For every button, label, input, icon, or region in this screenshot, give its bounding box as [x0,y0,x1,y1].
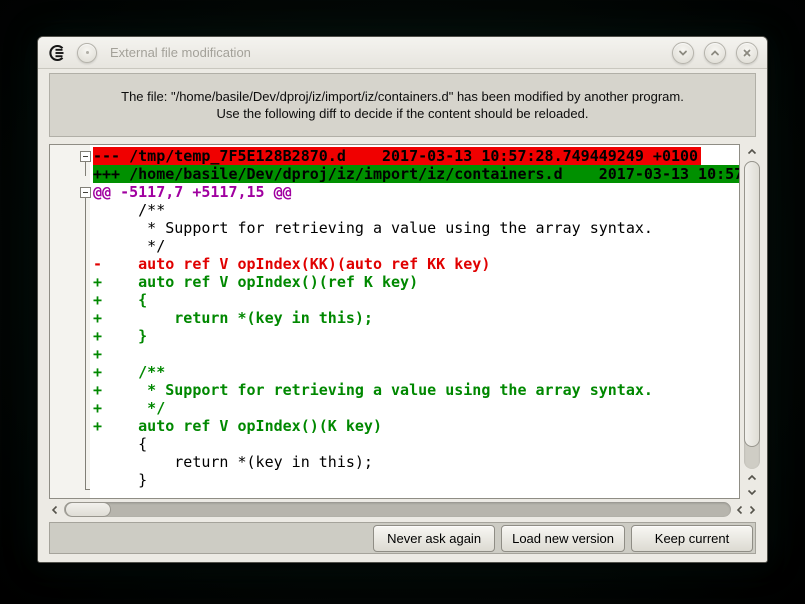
chevron-left-icon [50,504,60,516]
chevron-right-icon [747,504,757,516]
chevron-down-icon [746,487,758,497]
maximize-button[interactable] [704,42,726,64]
horizontal-scroll-track[interactable] [64,502,731,517]
diff-line-context: * Support for retrieving a value using t… [93,219,739,237]
vertical-scrollbar[interactable] [741,144,763,500]
diff-line-added: + */ [93,399,739,417]
dialog-button-bar: Never ask again Load new version Keep cu… [49,522,756,554]
minimize-button[interactable] [672,42,694,64]
diff-line-context: return *(key in this); [93,453,739,471]
external-file-modification-dialog: External file modification [37,36,768,563]
diff-line-added: + * Support for retrieving a value using… [93,381,739,399]
vertical-scroll-track[interactable] [744,161,760,469]
chevron-up-icon [746,147,758,157]
message-panel: The file: "/home/basile/Dev/dproj/iz/imp… [49,73,756,137]
diff-viewer: --- /tmp/temp_7F5E128B2870.d 2017-03-13 … [49,144,763,518]
diff-line-context: /** [93,201,739,219]
desktop-background: External file modification [0,0,805,604]
load-new-version-button[interactable]: Load new version [501,525,625,552]
fold-gutter [50,145,90,498]
diff-line-context: { [93,435,739,453]
close-button[interactable] [736,42,758,64]
diff-lines: --- /tmp/temp_7F5E128B2870.d 2017-03-13 … [90,145,739,498]
window-menu-dot-icon [86,51,89,54]
message-line-1: The file: "/home/basile/Dev/dproj/iz/imp… [121,88,684,105]
fold-line [85,198,86,490]
window-controls [672,42,758,64]
diff-line-added: + } [93,327,739,345]
diff-editor-area[interactable]: --- /tmp/temp_7F5E128B2870.d 2017-03-13 … [49,144,740,499]
coedit-logo-icon [47,43,67,63]
diff-line-added: + return *(key in this); [93,309,739,327]
scroll-up-button[interactable] [746,145,758,159]
diff-line-file-removed: --- /tmp/temp_7F5E128B2870.d 2017-03-13 … [93,147,701,165]
window-title: External file modification [110,45,251,60]
diff-line-context: } [93,471,739,489]
horizontal-scrollbar[interactable] [49,501,758,518]
fold-line [85,162,86,176]
chevron-up-icon [709,47,721,59]
vertical-scroll-thumb[interactable] [744,161,760,447]
diff-line-added: + /** [93,363,739,381]
scroll-right-button[interactable] [746,503,758,517]
chevron-up-icon [746,473,758,483]
scroll-left-button[interactable] [49,503,61,517]
never-ask-again-button[interactable]: Never ask again [373,525,495,552]
close-icon [741,47,753,59]
chevron-down-icon [677,47,689,59]
diff-line-added: + auto ref V opIndex()(ref K key) [93,273,739,291]
titlebar[interactable]: External file modification [38,37,767,69]
chevron-left-icon [735,504,745,516]
diff-line-added: + auto ref V opIndex()(K key) [93,417,739,435]
window-menu-button[interactable] [77,43,97,63]
keep-current-button[interactable]: Keep current [631,525,753,552]
horizontal-scroll-thumb[interactable] [65,502,111,517]
message-line-2: Use the following diff to decide if the … [217,105,589,122]
diff-line-added: + { [93,291,739,309]
scroll-left-button-2[interactable] [734,503,746,517]
scroll-down-button[interactable] [746,485,758,499]
diff-line-added: + [93,345,739,363]
diff-line-hunk: @@ -5117,7 +5117,15 @@ [93,183,739,201]
scroll-up-button-2[interactable] [746,471,758,485]
diff-line-removed: - auto ref V opIndex(KK)(auto ref KK key… [93,255,739,273]
diff-line-context: */ [93,237,739,255]
diff-line-file-added: +++ /home/basile/Dev/dproj/iz/import/iz/… [93,165,739,183]
